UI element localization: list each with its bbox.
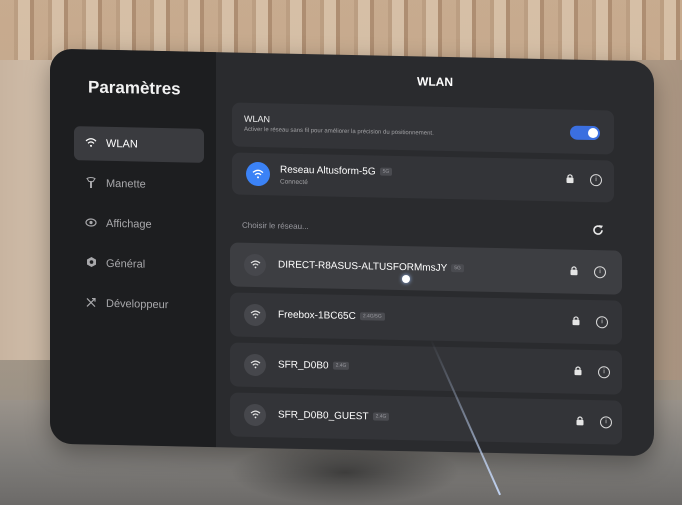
- sidebar-item-label: WLAN: [106, 137, 138, 151]
- sidebar-item-label: Affichage: [106, 217, 152, 231]
- connected-network-name-row: Reseau Altusform-5G 5G: [280, 164, 393, 178]
- sidebar: Paramètres WLAN Manette Affichage Généra…: [50, 48, 216, 448]
- sidebar-item-manette[interactable]: Manette: [74, 166, 204, 203]
- lock-icon: [566, 173, 574, 186]
- pointer-cursor: [402, 275, 410, 283]
- band-badge: 2.4G/5G: [359, 312, 385, 322]
- band-badge: 2.4G: [372, 412, 390, 422]
- network-name-row: Freebox-1BC65C 2.4G/5G: [278, 309, 385, 322]
- network-name: SFR_D0B0: [278, 359, 329, 372]
- settings-panel: Paramètres WLAN Manette Affichage Généra…: [50, 48, 654, 457]
- network-name: Freebox-1BC65C: [278, 309, 356, 323]
- lock-icon: [572, 316, 580, 329]
- eye-icon: [82, 216, 100, 230]
- info-icon[interactable]: i: [596, 316, 608, 329]
- band-badge: 5G: [451, 264, 464, 273]
- wifi-icon: [244, 303, 266, 327]
- lock-icon: [574, 366, 582, 379]
- choose-network-label: Choisir le réseau...: [242, 220, 309, 232]
- network-name: DIRECT-R8ASUS-ALTUSFORMmsJY: [278, 259, 448, 274]
- info-icon[interactable]: i: [590, 173, 602, 187]
- network-row[interactable]: SFR_D0B0_GUEST 2.4G i: [230, 392, 622, 445]
- network-row[interactable]: SFR_D0B0 2.4G i: [230, 342, 622, 395]
- wifi-icon: [244, 403, 266, 427]
- sidebar-item-label: Développeur: [106, 297, 169, 312]
- main-content: WLAN WLAN Activer le réseau sans fil pou…: [216, 52, 654, 456]
- controller-icon: [82, 176, 100, 191]
- network-name: SFR_D0B0_GUEST: [278, 409, 369, 423]
- page-title: WLAN: [417, 74, 453, 90]
- connected-network-card[interactable]: Reseau Altusform-5G 5G Connecté i: [232, 152, 614, 203]
- band-badge: 5G: [379, 167, 393, 177]
- wifi-icon: [244, 353, 266, 377]
- sidebar-title: Paramètres: [88, 77, 181, 99]
- sidebar-item-general[interactable]: Général: [74, 246, 204, 283]
- wifi-icon: [244, 253, 266, 277]
- network-row[interactable]: Freebox-1BC65C 2.4G/5G i: [230, 292, 622, 345]
- band-badge: 2.4G: [332, 361, 350, 371]
- lock-icon: [576, 416, 584, 429]
- lock-icon: [570, 266, 578, 279]
- gear-icon: [82, 256, 100, 270]
- sidebar-item-label: Manette: [106, 177, 146, 191]
- info-icon[interactable]: i: [594, 266, 606, 279]
- network-row[interactable]: DIRECT-R8ASUS-ALTUSFORMmsJY 5G i: [230, 242, 622, 295]
- wlan-toggle-card: WLAN Activer le réseau sans fil pour amé…: [232, 102, 614, 155]
- connection-status: Connecté: [280, 178, 308, 187]
- toggle-knob: [588, 127, 598, 139]
- refresh-icon[interactable]: [592, 224, 604, 239]
- network-name-row: DIRECT-R8ASUS-ALTUSFORMmsJY 5G: [278, 259, 464, 274]
- tools-icon: [82, 296, 100, 311]
- network-name-row: SFR_D0B0_GUEST 2.4G: [278, 409, 390, 423]
- wlan-toggle-label: WLAN: [244, 113, 271, 125]
- wifi-icon: [246, 161, 270, 187]
- wlan-toggle-switch[interactable]: [570, 125, 600, 141]
- info-icon[interactable]: i: [600, 416, 612, 429]
- wifi-icon: [82, 136, 100, 150]
- sidebar-item-affichage[interactable]: Affichage: [74, 206, 204, 243]
- network-name-row: SFR_D0B0 2.4G: [278, 359, 350, 372]
- sidebar-item-developpeur[interactable]: Développeur: [74, 286, 204, 323]
- sidebar-item-wlan[interactable]: WLAN: [74, 126, 204, 163]
- info-icon[interactable]: i: [598, 366, 610, 379]
- network-name: Reseau Altusform-5G: [280, 164, 376, 178]
- sidebar-item-label: Général: [106, 257, 146, 271]
- wlan-toggle-description: Activer le réseau sans fil pour améliore…: [244, 126, 434, 137]
